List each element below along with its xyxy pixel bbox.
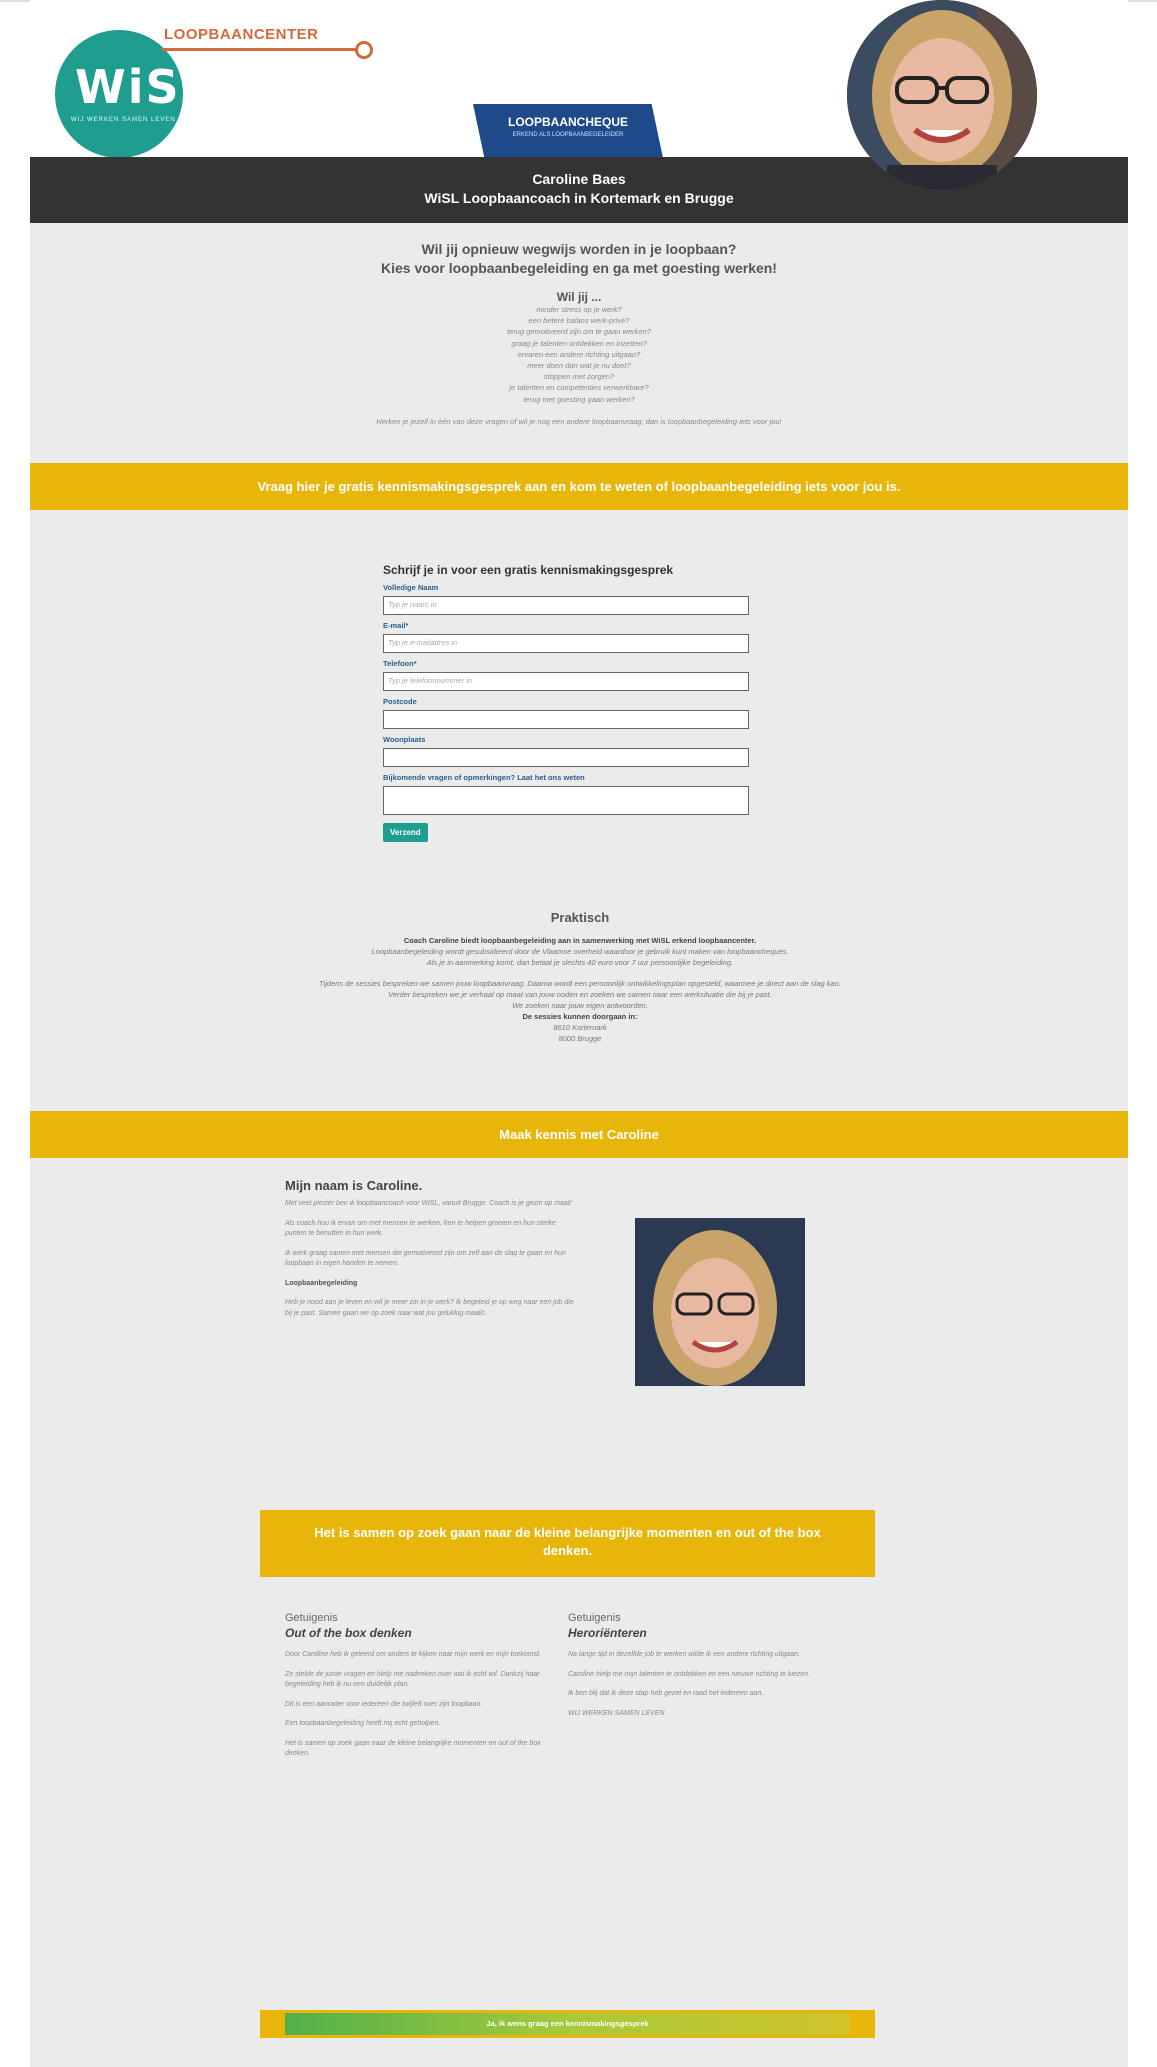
logo-tagline: WIJ WERKEN SAMEN LEVEN bbox=[71, 117, 176, 123]
logo-ring-icon bbox=[355, 41, 373, 59]
praktisch-text: We zoeken naar jouw eigen antwoorden. bbox=[512, 1001, 648, 1010]
question-item: minder stress op je werk? bbox=[536, 305, 622, 314]
name-label: Volledige Naam bbox=[383, 583, 439, 592]
about-title: Mijn naam is Caroline. bbox=[285, 1178, 423, 1193]
about-text: Met veel plezier ben ik loopbaancoach vo… bbox=[285, 1200, 572, 1207]
caroline-photo bbox=[635, 1218, 805, 1386]
cheque-sub: ERKEND ALS LOOPBAANBEGELEIDER bbox=[512, 132, 624, 138]
cta-bar: Ja, ik wens graag een kennismakingsgespr… bbox=[260, 2010, 875, 2038]
question-item: terug gemotiveerd zijn om te gaan werken… bbox=[507, 327, 651, 337]
about-section: Mijn naam is Caroline. Met veel plezier … bbox=[285, 1178, 575, 1328]
question-item: een betere balans werk-privé? bbox=[528, 316, 630, 326]
question-item: graag je talenten ontdekken en inzetten? bbox=[511, 338, 647, 348]
testimonial-text: Het is samen op zoek gaan naar de kleine… bbox=[285, 1739, 541, 1758]
address-title: De sessies kunnen doorgaan in: bbox=[522, 1012, 638, 1021]
intro-section: Wil jij opnieuw wegwijs worden in je loo… bbox=[30, 223, 1128, 426]
praktisch-bold: Coach Caroline biedt loopbaanbegeleiding… bbox=[403, 936, 757, 945]
intro-note: Herken je jezelf in één van deze vragen … bbox=[376, 416, 782, 426]
postcode-label: Postcode bbox=[383, 697, 417, 706]
testimonial-text: Caroline hielp me mijn talenten te ontde… bbox=[568, 1670, 811, 1678]
coach-role: WiSL Loopbaancoach in Kortemark en Brugg… bbox=[424, 190, 734, 206]
remarks-label: Bijkomende vragen of opmerkingen? Laat h… bbox=[383, 773, 585, 782]
praktisch-text: Tijdens de sessies bespreken we samen jo… bbox=[319, 979, 841, 988]
testimonial-text: Ze stelde de juiste vragen en hielp me n… bbox=[285, 1670, 540, 1689]
praktisch-title: Praktisch bbox=[550, 910, 610, 925]
intro-headline-1: Wil jij opnieuw wegwijs worden in je loo… bbox=[421, 241, 737, 257]
question-item: je talenten en competenties verwerkbare? bbox=[509, 383, 649, 393]
address-line: 8610 Kortemark bbox=[553, 1023, 607, 1032]
question-item: terug met goesting gaan werken? bbox=[523, 394, 635, 404]
testimonial-title: Heroriënteren bbox=[568, 1626, 647, 1640]
praktisch-text: Loopbaanbegeleiding wordt gesubsidieerd … bbox=[371, 947, 789, 956]
question-item: meer doen dan wat je nu doet? bbox=[527, 361, 631, 371]
praktisch-text: Verder bespreken we je verhaal op maat v… bbox=[388, 990, 772, 999]
testimonial-card: Getuigenis Out of the box denken Door Ca… bbox=[285, 1612, 545, 1769]
email-field[interactable]: Typ je e-mailadres in bbox=[383, 634, 749, 653]
about-text: Heb je nood aan je leven en wil je meer … bbox=[285, 1299, 574, 1317]
logo-line bbox=[162, 48, 362, 51]
intro-headline-2: Kies voor loopbaanbegeleiding en ga met … bbox=[381, 260, 777, 276]
loopbaancenter-label: LOOPBAANCENTER bbox=[164, 26, 319, 43]
address-line: 8000 Brugge bbox=[558, 1034, 602, 1043]
testimonial-card: Getuigenis Heroriënteren Na lange tijd i… bbox=[568, 1612, 828, 1728]
wil-jij-label: Wil jij ... bbox=[556, 290, 602, 304]
quote-banner: Het is samen op zoek gaan naar de kleine… bbox=[260, 1510, 875, 1577]
question-item: ervaren een andere richting uitgaan? bbox=[517, 349, 641, 359]
testimonial-label: Getuigenis bbox=[285, 1612, 338, 1624]
avatar bbox=[847, 0, 1037, 190]
testimonial-text: Na lange tijd in dezelfde job te werken … bbox=[568, 1651, 800, 1658]
name-field[interactable]: Typ je naam in bbox=[383, 596, 749, 615]
city-field[interactable] bbox=[383, 748, 749, 767]
testimonial-text: Ik ben blij dat ik deze stap heb gezet e… bbox=[568, 1690, 764, 1697]
header: WiSL WIJ WERKEN SAMEN LEVEN LOOPBAANCENT… bbox=[30, 0, 1128, 190]
phone-label: Telefoon* bbox=[383, 659, 417, 668]
testimonial-text: Door Caroline heb ik geleerd om anders t… bbox=[285, 1651, 542, 1658]
logo-text: WiSL bbox=[75, 60, 212, 114]
testimonial-title: Out of the box denken bbox=[285, 1626, 412, 1640]
cheque-title: LOOPBAANCHEQUE bbox=[507, 115, 628, 129]
cta-banner-gesprek: Vraag hier je gratis kennismakingsgespre… bbox=[30, 463, 1128, 510]
praktisch-section: Praktisch Coach Caroline biedt loopbaanb… bbox=[270, 910, 890, 1044]
about-text: Ik werk graag samen met mensen die gemot… bbox=[285, 1249, 566, 1268]
submit-button[interactable]: Verzend bbox=[383, 823, 428, 842]
postcode-field[interactable] bbox=[383, 710, 749, 729]
loopbaancheque-badge: LOOPBAANCHEQUE ERKEND ALS LOOPBAANBEGELE… bbox=[473, 104, 663, 158]
remarks-field[interactable] bbox=[383, 786, 749, 815]
about-text: Als coach hou ik ervan om met mensen te … bbox=[285, 1219, 556, 1238]
testimonial-text: Dit is een aanrader voor iedereen die tw… bbox=[285, 1700, 483, 1708]
cta-button[interactable]: Ja, ik wens graag een kennismakingsgespr… bbox=[285, 2013, 850, 2035]
page: WiSL WIJ WERKEN SAMEN LEVEN LOOPBAANCENT… bbox=[30, 0, 1128, 2067]
signup-form: Schrijf je in voor een gratis kennismaki… bbox=[383, 563, 783, 842]
testimonial-text: WIJ WERKEN SAMEN LEVEN bbox=[568, 1709, 665, 1717]
city-label: Woonplaats bbox=[383, 735, 426, 744]
phone-field[interactable]: Typ je telefoonnummer in bbox=[383, 672, 749, 691]
about-banner: Maak kennis met Caroline bbox=[30, 1111, 1128, 1158]
praktisch-text: Als je in aanmerking komt, dan betaal je… bbox=[426, 958, 734, 967]
form-title: Schrijf je in voor een gratis kennismaki… bbox=[383, 563, 674, 577]
about-subtitle: Loopbaanbegeleiding bbox=[285, 1279, 358, 1287]
testimonial-text: Een loopbaanbegeleiding heeft mij echt g… bbox=[285, 1720, 441, 1727]
testimonial-label: Getuigenis bbox=[568, 1612, 621, 1624]
email-label: E-mail* bbox=[383, 621, 409, 630]
question-item: stoppen met zorgen? bbox=[543, 372, 615, 382]
